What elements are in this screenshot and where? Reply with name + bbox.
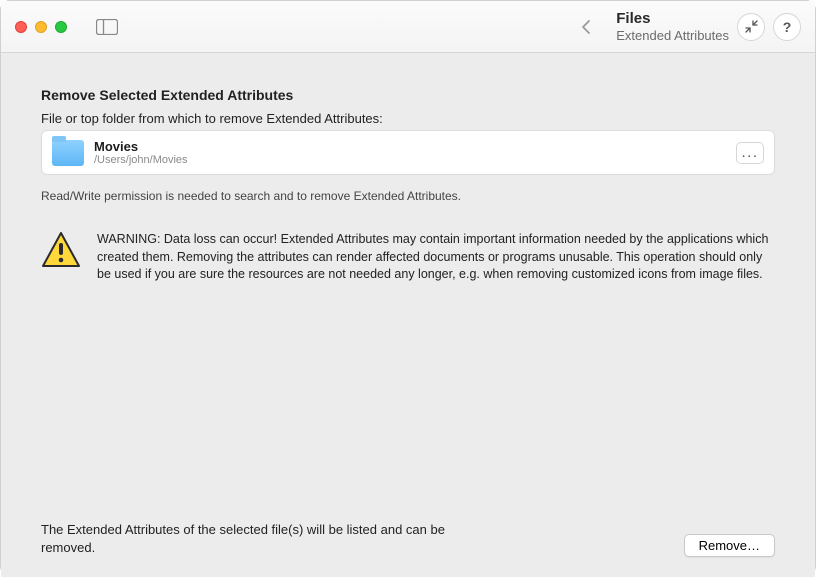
- back-button[interactable]: [572, 13, 600, 41]
- titlebar: Files Extended Attributes ?: [1, 1, 815, 53]
- file-info: Movies /Users/john/Movies: [94, 139, 726, 166]
- title-stack: Files Extended Attributes: [616, 10, 729, 44]
- minimize-window-button[interactable]: [35, 21, 47, 33]
- ellipsis-icon: ...: [741, 144, 758, 161]
- question-icon: ?: [783, 19, 792, 35]
- toggle-sidebar-button[interactable]: [89, 13, 125, 41]
- warning-text: WARNING: Data loss can occur! Extended A…: [97, 231, 775, 284]
- file-selection-card: Movies /Users/john/Movies ...: [41, 130, 775, 175]
- collapse-button[interactable]: [737, 13, 765, 41]
- warning-icon: [41, 231, 81, 269]
- sidebar-icon: [96, 19, 118, 35]
- arrows-collapse-icon: [745, 20, 758, 33]
- close-window-button[interactable]: [15, 21, 27, 33]
- remove-button[interactable]: Remove…: [684, 534, 775, 557]
- window-subtitle: Extended Attributes: [616, 28, 729, 44]
- footer-info: The Extended Attributes of the selected …: [41, 521, 471, 557]
- content-area: Remove Selected Extended Attributes File…: [1, 53, 815, 577]
- file-name: Movies: [94, 139, 726, 154]
- permission-note: Read/Write permission is needed to searc…: [41, 189, 775, 203]
- warning-row: WARNING: Data loss can occur! Extended A…: [41, 231, 775, 284]
- window-controls: [15, 21, 67, 33]
- file-prompt-label: File or top folder from which to remove …: [41, 111, 775, 126]
- browse-button[interactable]: ...: [736, 142, 764, 164]
- section-title: Remove Selected Extended Attributes: [41, 87, 775, 103]
- help-button[interactable]: ?: [773, 13, 801, 41]
- window-title: Files: [616, 10, 729, 28]
- folder-icon: [52, 140, 84, 166]
- footer: The Extended Attributes of the selected …: [41, 521, 775, 557]
- zoom-window-button[interactable]: [55, 21, 67, 33]
- chevron-left-icon: [581, 19, 591, 35]
- file-path: /Users/john/Movies: [94, 154, 726, 166]
